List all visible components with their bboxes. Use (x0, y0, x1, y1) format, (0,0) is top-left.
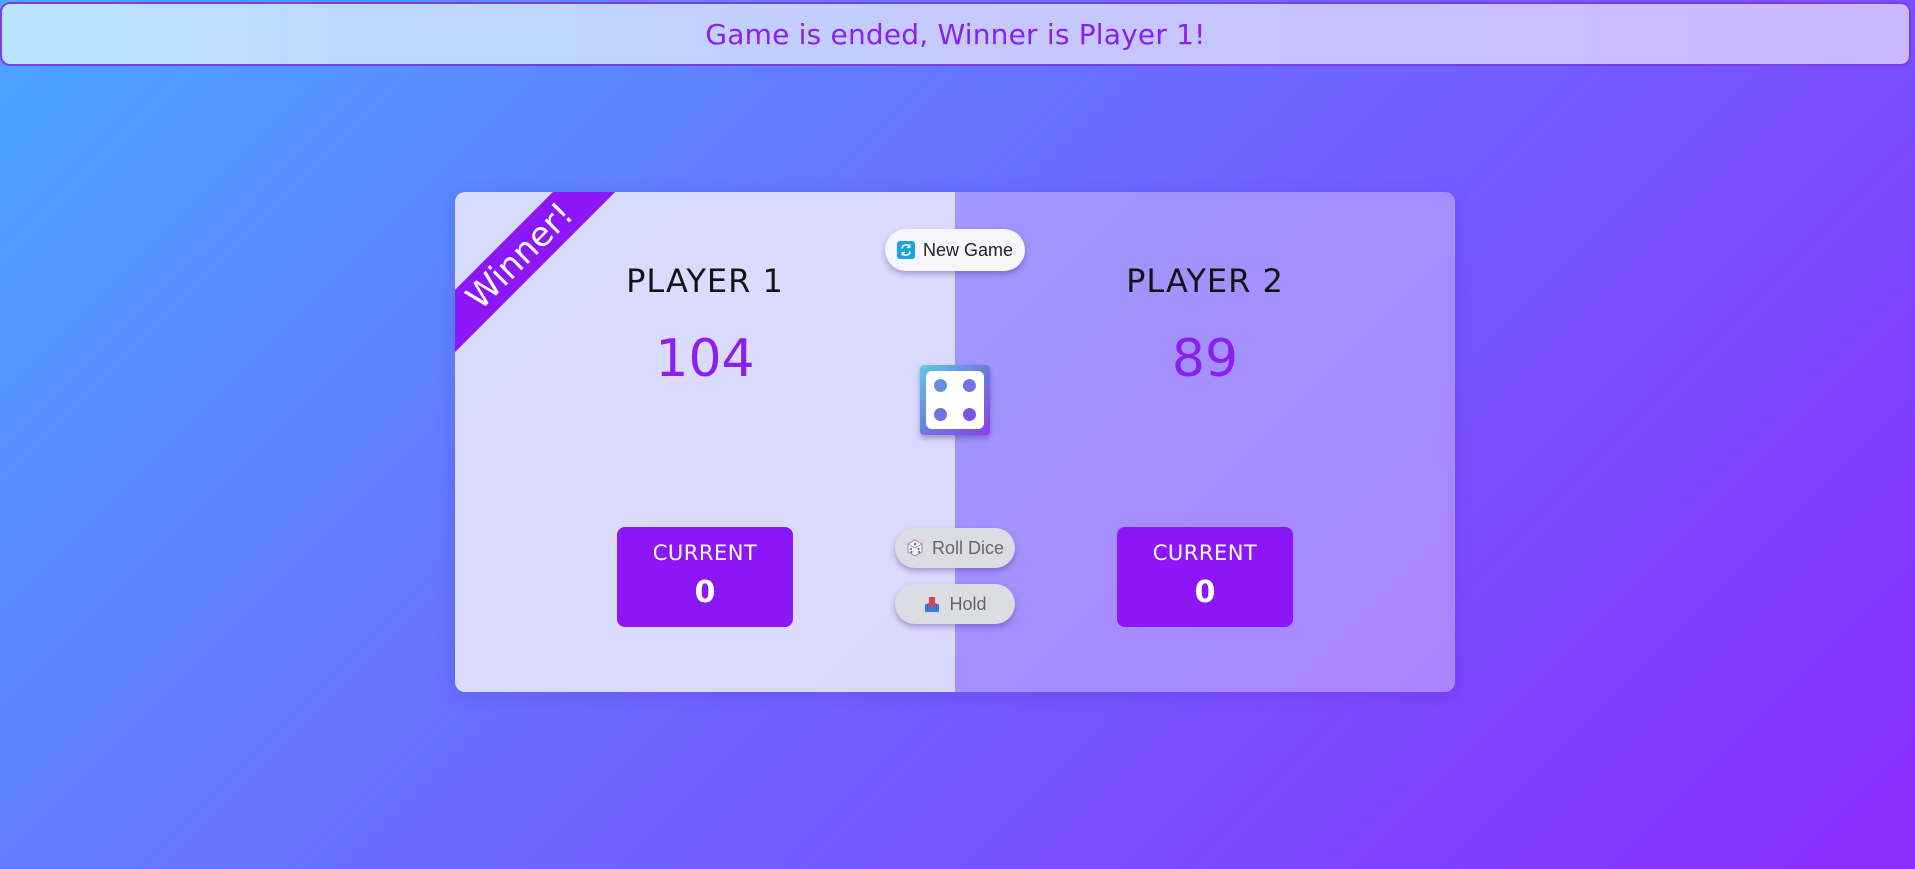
new-game-button[interactable]: New Game (885, 229, 1025, 271)
player-1-panel: Winner! PLAYER 1 104 CURRENT 0 (455, 192, 955, 692)
hold-label: Hold (949, 593, 987, 614)
status-banner: Game is ended, Winner is Player 1! (0, 2, 1911, 66)
player-1-score: 104 (655, 329, 755, 389)
roll-dice-label: Roll Dice (931, 537, 1005, 558)
player-2-current-box: CURRENT 0 (1117, 527, 1293, 627)
refresh-icon (896, 241, 915, 259)
player-2-current-label: CURRENT (1152, 541, 1258, 565)
new-game-label: New Game (922, 239, 1014, 260)
hold-button[interactable]: Hold (895, 584, 1015, 624)
player-1-current-box: CURRENT 0 (617, 527, 793, 627)
player-1-current-score: 0 (694, 575, 716, 610)
dice-icon (906, 539, 924, 557)
winner-label: Winner! (458, 194, 582, 318)
player-2-score: 89 (1171, 329, 1239, 389)
dice-face (926, 371, 984, 429)
player-2-name: PLAYER 2 (1126, 262, 1284, 300)
dice-pip (934, 379, 947, 392)
player-2-panel: PLAYER 2 89 CURRENT 0 (955, 192, 1455, 692)
dice-pip (963, 379, 976, 392)
hold-icon (923, 595, 941, 613)
player-1-current-label: CURRENT (652, 541, 758, 565)
roll-dice-button[interactable]: Roll Dice (895, 528, 1015, 568)
status-message: Game is ended, Winner is Player 1! (705, 17, 1206, 51)
player-2-current-score: 0 (1194, 575, 1216, 610)
player-1-name: PLAYER 1 (626, 262, 784, 300)
dice (920, 365, 990, 435)
dice-pip (934, 408, 947, 421)
dice-pip (963, 408, 976, 421)
